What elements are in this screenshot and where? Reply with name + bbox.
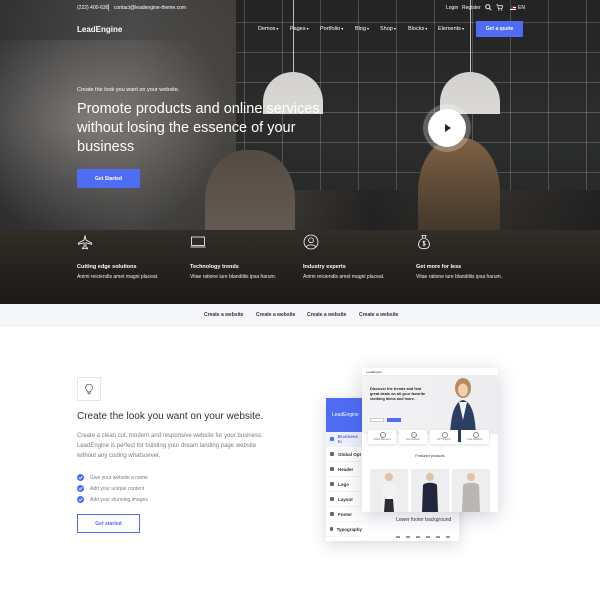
nav-item-elements[interactable]: Elements [438, 26, 464, 32]
get-a-quote-button[interactable]: Get a quote [476, 21, 523, 37]
feature-item: Technology trends Vitae ratione iure bla… [190, 234, 300, 280]
customizer-menu-item: Header [326, 462, 362, 477]
feature-item: Get more for less Vitae ratione iure bla… [416, 234, 526, 280]
checklist-item: Add your stunning images [77, 494, 148, 505]
subnav-item[interactable]: Create a website [359, 312, 398, 318]
preview-header: LeadEngine [362, 368, 498, 376]
secondary-nav: Create a website Create a website Create… [0, 304, 600, 326]
check-circle-icon [77, 474, 84, 481]
check-circle-icon [77, 496, 84, 503]
nav-item-shop[interactable]: Shop [380, 26, 396, 32]
preview-card: Online Payment [368, 430, 396, 444]
money-bag-icon [418, 235, 430, 250]
preview-card: 24/7 Support [430, 430, 458, 444]
checklist-item: Add your unique content [77, 483, 148, 494]
language-switcher[interactable]: EN [510, 5, 525, 11]
customizer-menu-item: Global Opt [326, 447, 362, 462]
video-play-button[interactable] [428, 109, 466, 147]
site-logo[interactable]: LeadEngine [77, 25, 122, 34]
play-icon [445, 124, 451, 132]
lower-footer-label: Lower footer background [396, 517, 452, 523]
preview-product-image [411, 469, 449, 512]
customizer-menu-item: Logo [326, 477, 362, 492]
customizer-menu-item: Footer [326, 507, 362, 522]
subnav-item[interactable]: Create a website [256, 312, 295, 318]
subnav-item[interactable]: Create a website [204, 312, 243, 318]
feature-title: Cutting edge solutions [77, 264, 137, 270]
preview-feature-cards: Online Payment Free Delivery 24/7 Suppor… [368, 430, 489, 444]
customizer-menu: Business In Global Opt Header Logo Layou… [326, 432, 362, 537]
customizer-menu-item: Business In [326, 432, 362, 447]
hero-kicker: Create the look you want on your website… [77, 87, 180, 93]
lightbulb-icon [85, 383, 93, 395]
login-link[interactable]: Login [446, 5, 458, 11]
nav-item-blocks[interactable]: Blocks [408, 26, 427, 32]
nav-item-blog[interactable]: Blog [355, 26, 369, 32]
feature-item: Industry experts Animi reiciendis amet m… [303, 234, 413, 280]
preview-logo: LeadEngine [366, 370, 383, 374]
language-label: EN [518, 5, 525, 11]
preview-card: Free Shipping [461, 430, 489, 444]
register-link[interactable]: Register [462, 5, 481, 11]
phone-number[interactable]: (222) 400-630 [77, 5, 108, 11]
search-icon[interactable] [485, 4, 492, 11]
cart-icon[interactable] [496, 4, 503, 11]
website-preview-mockup: LeadEngine Discover the trends and find … [362, 368, 498, 512]
hero-section: (222) 400-630 contact@leadengine-theme.c… [0, 0, 600, 304]
topbar-separator [108, 4, 109, 11]
nav-item-portfolio[interactable]: Portfolio [320, 26, 343, 32]
airplane-icon [78, 235, 92, 250]
user-circle-icon [303, 234, 319, 250]
checklist: Give your website a name Add your unique… [77, 472, 148, 505]
checklist-label: Add your unique content [90, 485, 145, 492]
preview-product-image [452, 469, 490, 512]
monitor-icon [190, 236, 206, 248]
get-started-button[interactable]: Get Started [77, 169, 140, 188]
get-started-outline-button[interactable]: Get started [77, 514, 140, 533]
preview-featured-title: Featured products [415, 454, 445, 458]
customizer-menu-item: Typography [326, 522, 362, 537]
feature-desc: Animi reiciendis amet magni placeat. [303, 274, 385, 280]
preview-hero-buttons [370, 418, 401, 422]
contact-email[interactable]: contact@leadengine-theme.com [114, 5, 186, 11]
preview-products [370, 469, 490, 512]
feature-desc: Vitae ratione iure blanditiis ipsa harum… [416, 274, 503, 280]
feature-item: Cutting edge solutions Animi reiciendis … [77, 234, 187, 280]
checklist-label: Add your stunning images [90, 496, 148, 503]
section-title: Create the look you want on your website… [77, 411, 264, 422]
section-description: Create a clean cut, modern and responsiv… [77, 433, 263, 459]
checklist-item: Give your website a name [77, 472, 148, 483]
feature-desc: Animi reiciendis amet magni placeat. [77, 274, 159, 280]
check-circle-icon [77, 485, 84, 492]
nav-item-pages[interactable]: Pages [290, 26, 309, 32]
subnav-item[interactable]: Create a website [307, 312, 346, 318]
lightbulb-icon-box [77, 377, 101, 401]
customizer-menu-item: Layout [326, 492, 362, 507]
preview-hero-text: Discover the trends and find great deals… [370, 387, 426, 401]
preview-product-image [370, 469, 408, 512]
customizer-panel-title: LeadEngine [326, 398, 362, 432]
checklist-label: Give your website a name [90, 474, 148, 481]
nav-item-demos[interactable]: Demos [258, 26, 278, 32]
feature-title: Get more for less [416, 264, 462, 270]
us-flag-icon [510, 6, 516, 10]
feature-desc: Vitae ratione iure blanditiis ipsa harum… [190, 274, 277, 280]
top-info-bar: (222) 400-630 contact@leadengine-theme.c… [0, 0, 600, 16]
preview-card: Free Delivery [399, 430, 427, 444]
feature-title: Industry experts [303, 264, 346, 270]
feature-title: Technology trends [190, 264, 239, 270]
mockup-dots [396, 536, 450, 538]
hero-title: Promote products and online services wit… [77, 101, 320, 155]
